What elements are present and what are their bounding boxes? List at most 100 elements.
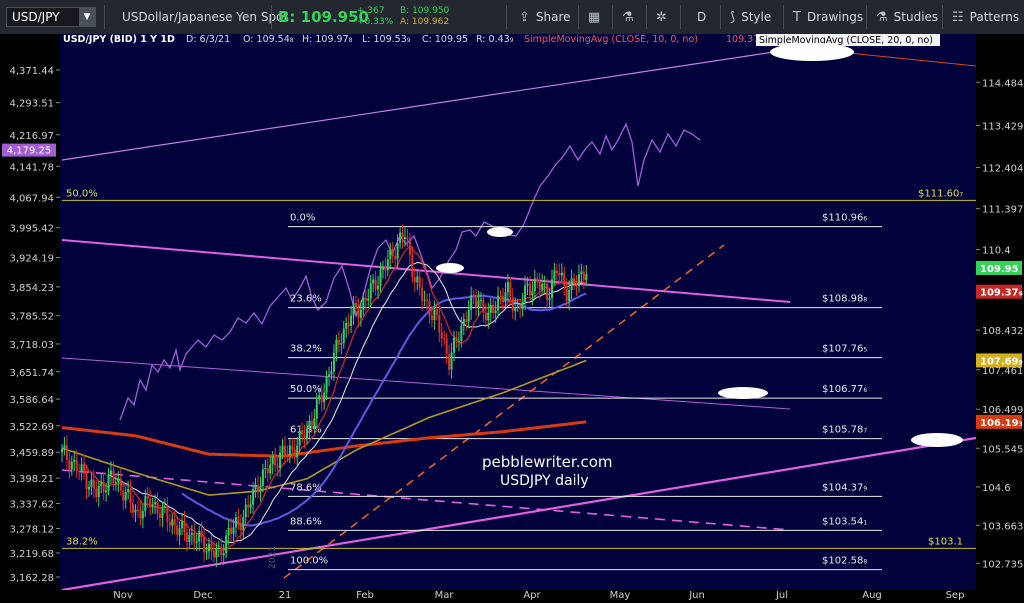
drawings-button[interactable]: T Drawings (793, 0, 863, 34)
candle-body (433, 309, 436, 321)
candle-body (455, 337, 458, 342)
calendar-button[interactable]: ▦ (588, 0, 600, 34)
candle-body (511, 296, 514, 311)
toolbar: USD/JPY ▼ USDollar/Japanese Yen Spot B: … (0, 0, 1024, 35)
candle-body (110, 470, 112, 475)
candle-body (306, 428, 308, 440)
candle-body (585, 274, 588, 281)
calendar-icon: ▦ (588, 9, 601, 25)
candle-body (448, 354, 451, 370)
candle-body (563, 272, 566, 286)
candle-body (198, 530, 201, 542)
candle-body (127, 489, 130, 493)
candle-body (372, 279, 375, 284)
style-button[interactable]: ⟆ Style (730, 0, 771, 34)
symbol-dropdown-icon[interactable]: ▼ (79, 8, 95, 26)
candle-body (85, 473, 88, 490)
candle-body (222, 553, 225, 556)
right-tick-label: 105.545 (982, 444, 1023, 455)
candle-body (181, 520, 184, 529)
settings-button[interactable]: ✲ (656, 0, 667, 34)
candle-body (318, 395, 321, 400)
candle-body (330, 371, 333, 375)
candle-body (472, 295, 475, 298)
share-label: Share (535, 10, 571, 24)
candle-body (560, 272, 563, 276)
candle-body (389, 249, 392, 260)
period-label: D (697, 10, 707, 24)
period-button[interactable]: D (697, 0, 706, 34)
candle-body (132, 503, 135, 513)
price-tag-label: 109.376 (980, 288, 1023, 299)
candle-body (487, 312, 490, 321)
candle-body (90, 479, 93, 487)
divider (271, 5, 272, 29)
candle-body (509, 282, 512, 297)
candle-body (107, 474, 110, 491)
candle-body (528, 283, 531, 296)
candle-body (416, 276, 419, 283)
candle-body (237, 517, 240, 525)
left-tick-label: 3,459.89 (9, 448, 54, 459)
candle-body (492, 304, 495, 314)
candle-body (484, 312, 487, 321)
candle-body (313, 418, 316, 426)
candle-body (357, 308, 360, 318)
info-high-tail: 8 (349, 37, 353, 44)
candle-body (543, 283, 546, 285)
info-range: R: 0.43 (476, 34, 510, 45)
candle-body (200, 530, 203, 538)
candle-body (335, 339, 338, 353)
symbol-input[interactable]: USD/JPY ▼ (6, 7, 96, 27)
candle-body (114, 482, 117, 484)
share-button[interactable]: ⇪ Share (519, 0, 571, 34)
candle-body (377, 285, 380, 290)
studies-button[interactable]: ⚗ Studies (876, 0, 938, 34)
right-tick-label: 114.484 (982, 78, 1023, 89)
left-tick-label: 3,651.74 (9, 368, 54, 379)
x-tick-label: Feb (356, 590, 374, 601)
candle-body (538, 280, 541, 290)
candle-body (533, 278, 536, 291)
info-open-tail: 8 (290, 37, 294, 44)
candle-body (122, 490, 125, 501)
candle-body (443, 338, 446, 340)
right-tick-label: 111.397 (982, 205, 1023, 216)
chart-area[interactable]: 0.0% $110.966 23.6% $108.988 38.2% $107.765 50… (0, 34, 1024, 603)
candle-body (176, 525, 179, 536)
candle-body (151, 504, 154, 507)
share-icon: ⇪ (519, 9, 530, 25)
last-price: B: 109.950 (278, 8, 369, 26)
divider (612, 5, 613, 29)
divider (104, 5, 105, 29)
info-date: D: 6/3/21 (186, 34, 230, 45)
fib-level-label: 38.2% (290, 344, 322, 355)
price-tag-label: 106.193 (980, 418, 1023, 429)
candle-body (315, 399, 318, 419)
candle-body (308, 420, 311, 429)
left-tick-label: 4,141.78 (9, 162, 54, 173)
candle-body (171, 519, 174, 526)
outer-fib-label: 50.0% (66, 188, 98, 199)
candle-body (73, 459, 76, 462)
candle-body (212, 550, 215, 558)
candle-body (63, 445, 66, 449)
fib-level-value: $105.787 (822, 425, 867, 436)
x-tick-label: Aug (862, 590, 882, 601)
candle-body (577, 274, 580, 287)
flask-button[interactable]: ⚗ (622, 0, 634, 34)
highlight-marker (487, 227, 513, 237)
candle-body (95, 488, 98, 497)
candle-body (178, 528, 181, 536)
candle-body (332, 352, 335, 372)
patterns-icon: ☷ (952, 9, 964, 25)
candle-body (477, 300, 480, 308)
sma20-label: SimpleMovingAvg (CLOSE, 20, 0, no) (759, 35, 933, 46)
patterns-button[interactable]: ☷ Patterns (952, 0, 1019, 34)
candle-body (310, 420, 313, 426)
candle-body (423, 299, 426, 301)
candle-body (381, 267, 384, 270)
left-tick-label: 3,278.12 (9, 524, 54, 535)
net-change: +.367 (357, 6, 385, 16)
candle-body (217, 548, 220, 550)
